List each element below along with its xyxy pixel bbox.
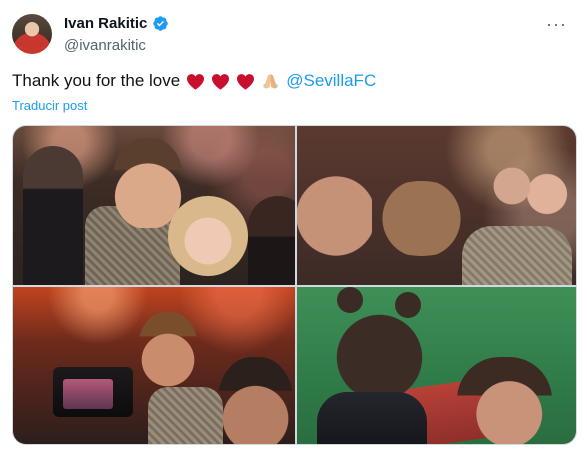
author-name-row: Ivan Rakitic [64, 15, 169, 32]
verified-badge-icon [153, 16, 169, 31]
red-heart-icon [237, 73, 255, 90]
photo-4[interactable] [297, 287, 576, 444]
media-grid [12, 125, 577, 445]
translate-post-link[interactable]: Traducir post [12, 98, 87, 113]
tweet-text: Thank you for the love @SevillaFC [12, 71, 376, 91]
photo-2[interactable] [297, 126, 576, 285]
author-handle[interactable]: @ivanrakitic [64, 37, 146, 54]
red-heart-icon [187, 73, 205, 90]
photo-3[interactable] [13, 287, 295, 444]
display-name[interactable]: Ivan Rakitic [64, 15, 147, 32]
avatar[interactable] [12, 14, 52, 54]
more-options-icon[interactable]: ··· [546, 14, 567, 35]
mention-sevillafc[interactable]: @SevillaFC [286, 71, 376, 91]
folded-hands-icon [263, 73, 278, 89]
red-heart-icon [212, 73, 230, 90]
tweet-body: Thank you for the love [12, 71, 181, 90]
photo-1[interactable] [13, 126, 295, 285]
